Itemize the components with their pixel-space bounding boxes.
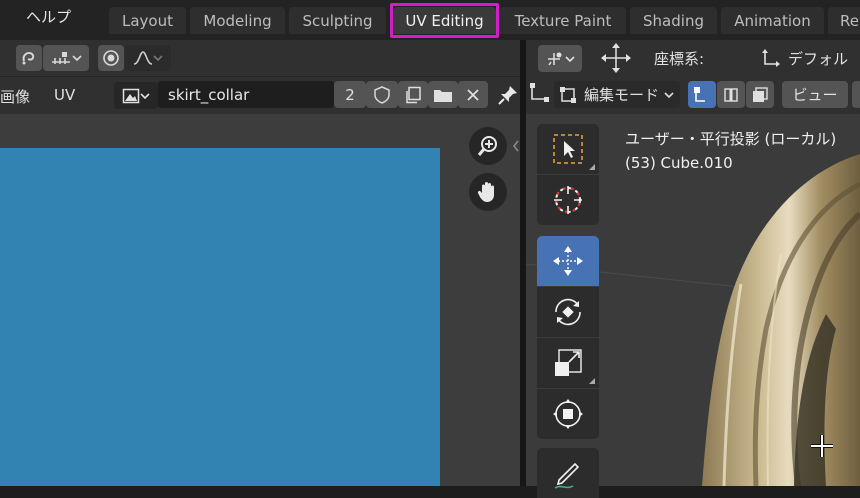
tab-highlight-box bbox=[390, 3, 499, 38]
tab-label: Texture Paint bbox=[514, 11, 612, 30]
transform-gizmo-button[interactable] bbox=[598, 40, 634, 76]
tool-annotate[interactable] bbox=[537, 448, 599, 498]
transform-pivot-button[interactable] bbox=[538, 45, 582, 72]
chevron-down-icon bbox=[72, 55, 82, 62]
menu-help[interactable]: ヘルプ bbox=[26, 6, 71, 27]
mouse-crosshair-cursor bbox=[810, 434, 834, 458]
tab-rendering[interactable]: Re bbox=[828, 7, 860, 34]
tab-texture-paint[interactable]: Texture Paint bbox=[500, 7, 626, 34]
face-select-icon bbox=[753, 86, 768, 102]
proportional-edit-icon bbox=[103, 50, 119, 66]
edge-select-icon bbox=[724, 87, 738, 102]
edge-select-mode-button[interactable] bbox=[717, 81, 745, 108]
shield-icon bbox=[374, 85, 390, 104]
crosshair-icon bbox=[811, 435, 833, 457]
scale-icon bbox=[555, 349, 582, 376]
snap-settings-button[interactable] bbox=[43, 45, 89, 71]
orientation-axes-icon bbox=[762, 49, 780, 67]
tab-sculpting[interactable]: Sculpting bbox=[289, 7, 386, 34]
uv-editor-tool-header bbox=[0, 40, 520, 76]
editor-type-button[interactable] bbox=[528, 81, 552, 108]
folder-icon bbox=[434, 89, 452, 102]
annotate-pencil-icon bbox=[554, 462, 580, 489]
tool-move[interactable] bbox=[537, 236, 599, 286]
open-image-button[interactable] bbox=[428, 81, 458, 108]
pan-view-button[interactable] bbox=[469, 173, 507, 211]
tab-label: Shading bbox=[643, 11, 704, 30]
pin-image-button[interactable] bbox=[497, 84, 519, 106]
view-menu-label: ビュー bbox=[792, 86, 838, 104]
viewport-header: 編集モード ビュー bbox=[526, 76, 860, 114]
chevron-down-icon bbox=[664, 92, 674, 99]
mode-label: 編集モード bbox=[584, 86, 660, 104]
falloff-curve-icon bbox=[133, 51, 153, 65]
tab-label: Modeling bbox=[203, 11, 272, 30]
chevron-down-icon bbox=[565, 55, 575, 62]
tab-label: Layout bbox=[122, 11, 173, 30]
vertex-select-icon bbox=[694, 86, 705, 102]
chevron-down-icon bbox=[153, 55, 163, 62]
proportional-falloff-button[interactable] bbox=[125, 45, 171, 71]
tool-shelf bbox=[537, 124, 599, 498]
view-menu-button[interactable]: ビュー bbox=[782, 81, 848, 108]
viewport-object-name: (53) Cube.010 bbox=[625, 154, 733, 172]
face-select-mode-button[interactable] bbox=[746, 81, 774, 108]
tool-cursor[interactable] bbox=[537, 175, 599, 225]
corner-arrow-icon bbox=[589, 164, 595, 170]
uv-image-display[interactable] bbox=[0, 148, 440, 486]
zoom-view-button[interactable] bbox=[469, 127, 507, 165]
workspace-topbar: ヘルプ Layout Modeling Sculpting UV Editing… bbox=[0, 0, 860, 40]
tab-layout[interactable]: Layout bbox=[109, 7, 186, 34]
edit-mode-icon bbox=[560, 86, 576, 103]
tool-rotate[interactable] bbox=[537, 287, 599, 337]
zoom-in-icon bbox=[477, 136, 497, 156]
rotate-icon bbox=[555, 298, 581, 326]
editor-type-icon bbox=[530, 83, 549, 102]
sticky-selection-button[interactable] bbox=[16, 45, 42, 71]
move-icon bbox=[553, 246, 583, 276]
transform-orientation-value: デフォル bbox=[788, 50, 849, 68]
mode-dropdown[interactable]: 編集モード bbox=[554, 81, 680, 108]
tool-transform[interactable] bbox=[537, 389, 599, 439]
tab-animation[interactable]: Animation bbox=[721, 7, 824, 34]
image-icon bbox=[122, 88, 140, 103]
viewport-view-name: ユーザー・平行投影 (ローカル) bbox=[625, 130, 837, 148]
unlink-image-button[interactable] bbox=[458, 81, 488, 108]
select-box-icon bbox=[553, 134, 583, 164]
chevron-down-icon bbox=[140, 92, 150, 99]
fake-user-button[interactable] bbox=[366, 81, 398, 108]
tab-label: Animation bbox=[734, 11, 811, 30]
corner-arrow-icon bbox=[589, 378, 595, 384]
snap-grid-icon bbox=[52, 52, 70, 64]
tool-scale[interactable] bbox=[537, 338, 599, 388]
proportional-edit-button[interactable] bbox=[98, 45, 124, 71]
tool-select-box[interactable] bbox=[537, 124, 599, 174]
image-user-count[interactable]: 2 bbox=[334, 81, 366, 108]
viewport-tool-header: 座標系: デフォル bbox=[526, 40, 860, 76]
transform-orientation-dropdown[interactable]: デフォル bbox=[758, 46, 860, 72]
menu-image[interactable]: 画像 bbox=[0, 86, 30, 107]
tab-label: Re bbox=[840, 11, 859, 30]
menu-uv[interactable]: UV bbox=[54, 86, 75, 104]
sticky-select-icon bbox=[22, 51, 35, 65]
transform-orientation-label: 座標系: bbox=[654, 50, 705, 68]
move-arrows-icon bbox=[601, 43, 631, 73]
tab-shading[interactable]: Shading bbox=[630, 7, 717, 34]
new-image-button[interactable] bbox=[398, 81, 428, 108]
hand-icon bbox=[477, 182, 494, 202]
pin-icon bbox=[498, 86, 517, 105]
tab-label: Sculpting bbox=[302, 11, 373, 30]
select-menu-button[interactable] bbox=[852, 81, 860, 108]
image-name-field[interactable]: skirt_collar bbox=[158, 81, 334, 108]
transform-icon bbox=[553, 399, 583, 429]
close-icon bbox=[467, 88, 479, 101]
cursor-3d-icon bbox=[554, 186, 582, 214]
duplicate-icon bbox=[406, 86, 421, 103]
pivot-icon bbox=[548, 52, 562, 65]
vertex-select-mode-button[interactable] bbox=[688, 81, 716, 108]
tab-modeling[interactable]: Modeling bbox=[190, 7, 285, 34]
image-browse-button[interactable] bbox=[114, 82, 158, 109]
